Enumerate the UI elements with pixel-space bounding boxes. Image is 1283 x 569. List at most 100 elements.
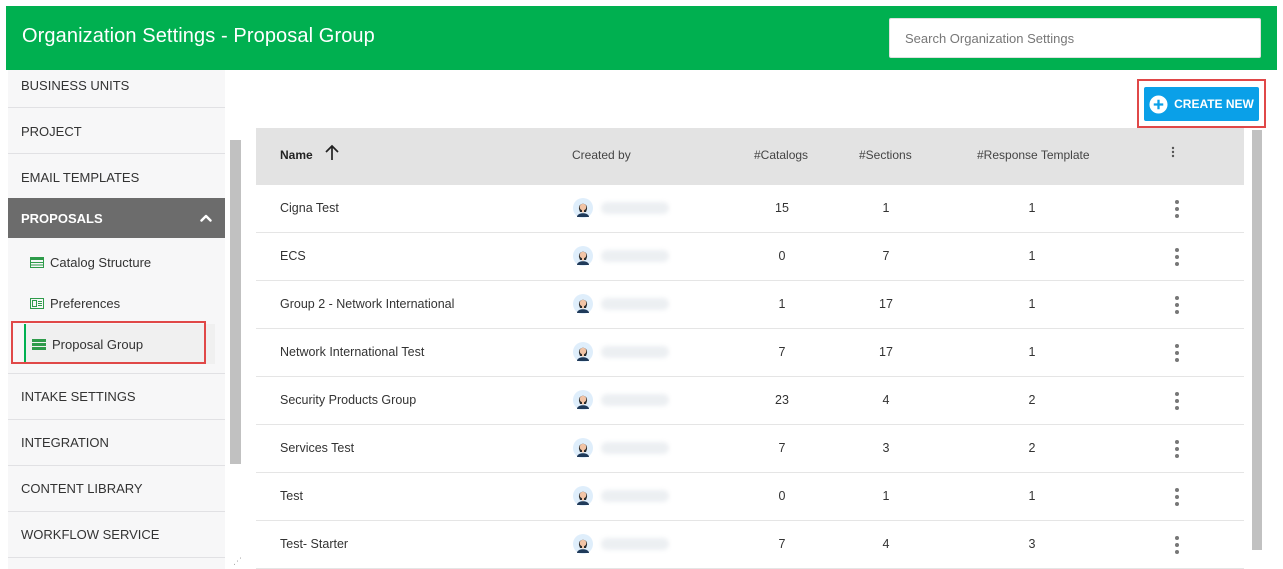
row-menu-icon[interactable]: [1170, 535, 1184, 555]
table-row[interactable]: Network International Test 7 17 1: [256, 329, 1244, 377]
sections-count: 4: [882, 537, 890, 551]
column-header-created-by[interactable]: Created by: [572, 148, 631, 162]
divider: [8, 557, 225, 558]
avatar: [573, 294, 593, 314]
column-menu-icon[interactable]: [1170, 146, 1176, 160]
row-menu-icon[interactable]: [1170, 295, 1184, 315]
column-header-response-template[interactable]: #Response Template: [977, 148, 1090, 162]
table-scrollbar[interactable]: [1252, 130, 1262, 550]
avatar: [573, 534, 593, 554]
sidebar-item-integration[interactable]: INTEGRATION: [8, 419, 225, 465]
table-row[interactable]: Services Test 7 3 2: [256, 425, 1244, 473]
response-template-count: 1: [1028, 201, 1036, 215]
catalogs-count: 1: [778, 297, 786, 311]
row-menu-icon[interactable]: [1170, 343, 1184, 363]
catalogs-count: 0: [778, 489, 786, 503]
proposal-group-name[interactable]: Network International Test: [280, 345, 424, 359]
creator-name-redacted: [601, 442, 669, 454]
catalogs-count: 0: [778, 249, 786, 263]
sidebar-item-content-library[interactable]: CONTENT LIBRARY: [8, 465, 225, 511]
avatar: [573, 486, 593, 506]
column-header-catalogs[interactable]: #Catalogs: [754, 148, 808, 162]
creator-name-redacted: [601, 250, 669, 262]
chevron-up-icon: [200, 214, 212, 222]
sidebar-item-label: Preferences: [50, 295, 121, 311]
sidebar-scrollbar[interactable]: [230, 140, 241, 464]
proposal-group-name[interactable]: Security Products Group: [280, 393, 416, 407]
search-input[interactable]: [889, 18, 1261, 58]
sections-count: 3: [882, 441, 890, 455]
row-menu-icon[interactable]: [1170, 439, 1184, 459]
catalogs-count: 23: [775, 393, 789, 407]
proposal-group-name[interactable]: Services Test: [280, 441, 354, 455]
table-row[interactable]: ECS 0 7 1: [256, 233, 1244, 281]
avatar: [573, 390, 593, 410]
sections-count: 4: [882, 393, 890, 407]
preferences-icon: [30, 297, 44, 309]
response-template-count: 2: [1028, 441, 1036, 455]
plus-circle-icon: [1149, 94, 1168, 114]
row-menu-icon[interactable]: [1170, 487, 1184, 507]
sidebar-item-label: Catalog Structure: [50, 254, 152, 270]
column-header-name[interactable]: Name: [280, 144, 339, 162]
row-menu-icon[interactable]: [1170, 199, 1184, 219]
highlight-box: [11, 321, 206, 364]
sidebar-item-preferences[interactable]: Preferences: [24, 283, 215, 323]
response-template-count: 1: [1028, 489, 1036, 503]
sidebar-item-catalog-structure[interactable]: Catalog Structure: [24, 242, 215, 282]
table-row[interactable]: Group 2 - Network International 1 17 1: [256, 281, 1244, 329]
avatar: [573, 342, 593, 362]
sections-count: 7: [882, 249, 890, 263]
table-row[interactable]: Test 0 1 1: [256, 473, 1244, 521]
proposal-group-name[interactable]: Group 2 - Network International: [280, 297, 454, 311]
resize-grip-icon[interactable]: ⋰: [233, 556, 242, 567]
avatar: [573, 246, 593, 266]
avatar: [573, 198, 593, 218]
proposal-group-name[interactable]: ECS: [280, 249, 306, 263]
sections-count: 1: [882, 489, 890, 503]
table-row[interactable]: Test- Starter 7 4 3: [256, 521, 1244, 569]
sidebar: BUSINESS UNITS PROJECT EMAIL TEMPLATES P…: [8, 70, 225, 569]
creator-name-redacted: [601, 202, 669, 214]
row-menu-icon[interactable]: [1170, 247, 1184, 267]
creator-name-redacted: [601, 490, 669, 502]
sidebar-item-proposals[interactable]: PROPOSALS: [8, 198, 225, 238]
create-new-label: CREATE NEW: [1174, 97, 1254, 111]
sections-count: 1: [882, 201, 890, 215]
catalogs-count: 15: [775, 201, 789, 215]
proposal-group-name[interactable]: Cigna Test: [280, 201, 339, 215]
sidebar-item-intake-settings[interactable]: INTAKE SETTINGS: [8, 373, 225, 419]
creator-name-redacted: [601, 538, 669, 550]
sidebar-item-business-units[interactable]: BUSINESS UNITS: [8, 70, 225, 98]
proposal-group-name[interactable]: Test- Starter: [280, 537, 348, 551]
table-icon: [30, 256, 44, 268]
creator-name-redacted: [601, 298, 669, 310]
page-title: Organization Settings - Proposal Group: [22, 25, 375, 47]
row-menu-icon[interactable]: [1170, 391, 1184, 411]
proposal-group-name[interactable]: Test: [280, 489, 303, 503]
create-new-button[interactable]: CREATE NEW: [1144, 87, 1259, 121]
column-header-sections[interactable]: #Sections: [859, 148, 912, 162]
sidebar-item-workflow-service[interactable]: WORKFLOW SERVICE: [8, 511, 225, 557]
table-row[interactable]: Cigna Test 15 1 1: [256, 185, 1244, 233]
creator-name-redacted: [601, 394, 669, 406]
response-template-count: 1: [1028, 297, 1036, 311]
response-template-count: 3: [1028, 537, 1036, 551]
catalogs-count: 7: [778, 441, 786, 455]
table-header: Name Created by #Catalogs #Sections #Res…: [256, 128, 1244, 185]
sections-count: 17: [879, 345, 893, 359]
creator-name-redacted: [601, 346, 669, 358]
response-template-count: 1: [1028, 345, 1036, 359]
catalogs-count: 7: [778, 345, 786, 359]
avatar: [573, 438, 593, 458]
sections-count: 17: [879, 297, 893, 311]
table-row[interactable]: Security Products Group 23 4 2: [256, 377, 1244, 425]
catalogs-count: 7: [778, 537, 786, 551]
sidebar-item-label: PROPOSALS: [21, 210, 103, 226]
sort-ascending-icon[interactable]: [323, 144, 341, 162]
sidebar-item-email-templates[interactable]: EMAIL TEMPLATES: [8, 154, 225, 200]
response-template-count: 2: [1028, 393, 1036, 407]
response-template-count: 1: [1028, 249, 1036, 263]
header-bar: Organization Settings - Proposal Group: [6, 6, 1277, 70]
sidebar-item-project[interactable]: PROJECT: [8, 108, 225, 154]
